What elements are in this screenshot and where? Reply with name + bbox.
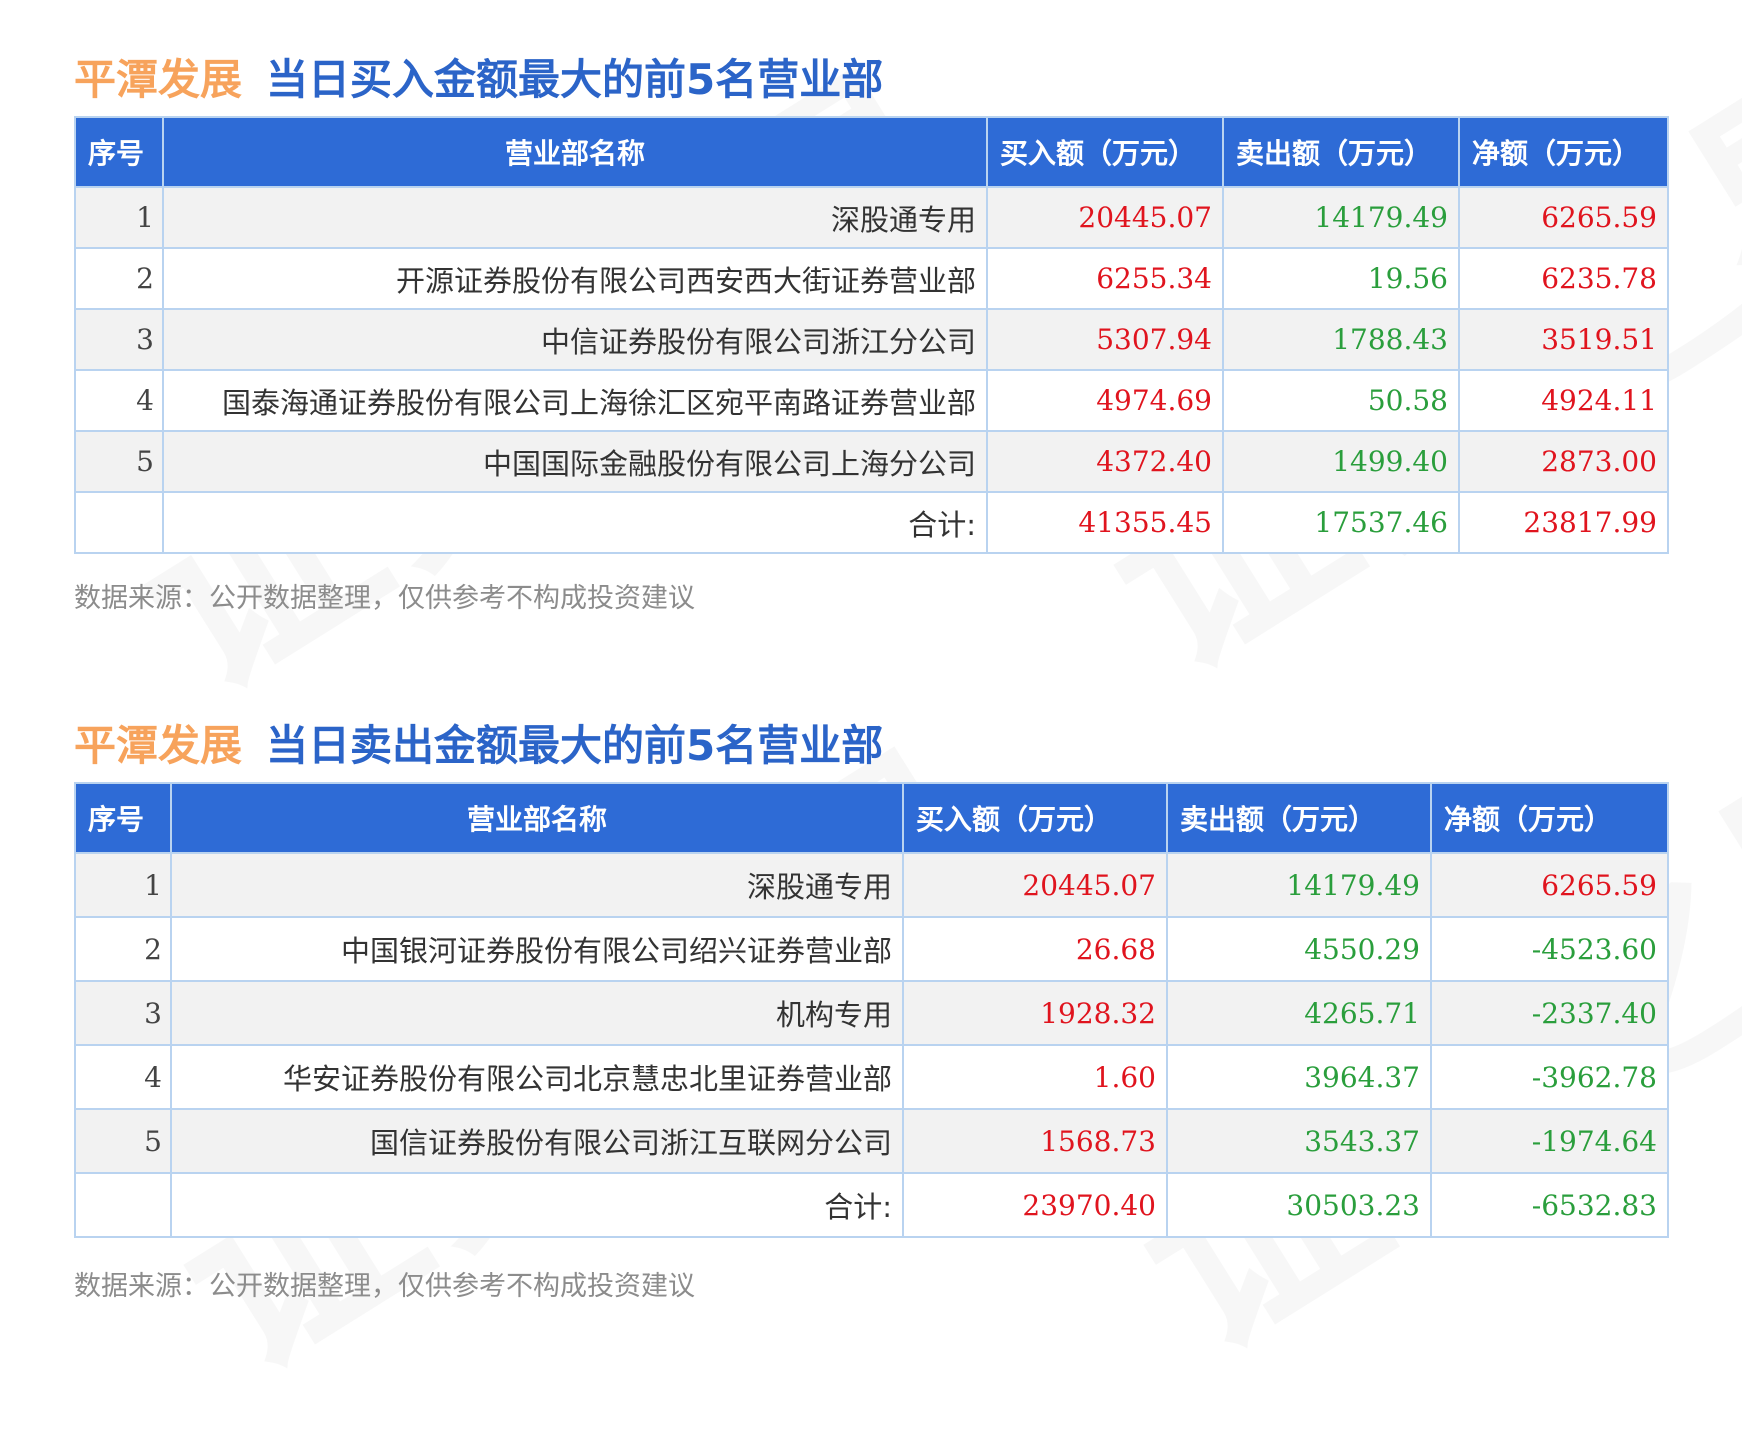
sell-section: 平潭发展 当日卖出金额最大的前5名营业部 序号 营业部名称 买入额（万元） 卖出… [74,702,1669,1303]
buy-amount: 4974.69 [986,369,1224,432]
buy-amount: 1568.73 [902,1108,1168,1174]
buy-amount: 1928.32 [902,980,1168,1046]
page: 证券之星 证券之星 证券之星 证券之星 平潭发展 当日买入金额最大的前5名营业部… [0,0,1742,1421]
total-label: 合计: [170,1172,904,1238]
table-total-row: 合计: 23970.40 30503.23 -6532.83 [74,1172,1669,1238]
branch-name: 机构专用 [170,980,904,1046]
table-header-row: 序号 营业部名称 买入额（万元） 卖出额（万元） 净额（万元） [74,116,1669,188]
total-net: -6532.83 [1430,1172,1669,1238]
sell-amount: 19.56 [1222,247,1460,310]
row-index: 1 [74,852,172,918]
net-amount: 6265.59 [1430,852,1669,918]
header-sell-amount: 卖出额（万元） [1222,116,1460,188]
row-index: 4 [74,1044,172,1110]
header-index: 序号 [74,116,164,188]
header-index: 序号 [74,782,172,854]
table-header-row: 序号 营业部名称 买入额（万元） 卖出额（万元） 净额（万元） [74,782,1669,854]
sell-amount: 1499.40 [1222,430,1460,493]
sell-amount: 4265.71 [1166,980,1432,1046]
total-buy: 23970.40 [902,1172,1168,1238]
table-row: 1 深股通专用 20445.07 14179.49 6265.59 [74,186,1669,249]
table-row: 4 华安证券股份有限公司北京慧忠北里证券营业部 1.60 3964.37 -39… [74,1044,1669,1110]
buy-amount: 1.60 [902,1044,1168,1110]
section-title: 当日卖出金额最大的前5名营业部 [266,720,884,770]
total-net: 23817.99 [1458,491,1669,554]
row-index: 2 [74,247,164,310]
table-row: 5 中国国际金融股份有限公司上海分公司 4372.40 1499.40 2873… [74,430,1669,493]
table-row: 5 国信证券股份有限公司浙江互联网分公司 1568.73 3543.37 -19… [74,1108,1669,1174]
table-row: 3 机构专用 1928.32 4265.71 -2337.40 [74,980,1669,1046]
sell-amount: 1788.43 [1222,308,1460,371]
sell-amount: 3543.37 [1166,1108,1432,1174]
net-amount: 6235.78 [1458,247,1669,310]
header-sell-amount: 卖出额（万元） [1166,782,1432,854]
row-index: 5 [74,1108,172,1174]
buy-amount: 26.68 [902,916,1168,982]
header-buy-amount: 买入额（万元） [902,782,1168,854]
header-net-amount: 净额（万元） [1430,782,1669,854]
branch-name: 中国银河证券股份有限公司绍兴证券营业部 [170,916,904,982]
branch-name: 深股通专用 [170,852,904,918]
net-amount: 4924.11 [1458,369,1669,432]
table-row: 2 开源证券股份有限公司西安西大街证券营业部 6255.34 19.56 623… [74,247,1669,310]
buy-amount: 20445.07 [986,186,1224,249]
buy-table: 序号 营业部名称 买入额（万元） 卖出额（万元） 净额（万元） 1 深股通专用 … [74,116,1669,554]
branch-name: 华安证券股份有限公司北京慧忠北里证券营业部 [170,1044,904,1110]
row-index: 1 [74,186,164,249]
sell-amount: 14179.49 [1166,852,1432,918]
section-heading: 平潭发展 当日卖出金额最大的前5名营业部 [74,702,1667,782]
row-index-empty [74,1172,172,1238]
net-amount: 3519.51 [1458,308,1669,371]
header-net-amount: 净额（万元） [1458,116,1669,188]
header-buy-amount: 买入额（万元） [986,116,1224,188]
table-total-row: 合计: 41355.45 17537.46 23817.99 [74,491,1669,554]
net-amount: 6265.59 [1458,186,1669,249]
total-buy: 41355.45 [986,491,1224,554]
header-branch-name: 营业部名称 [170,782,904,854]
net-amount: -1974.64 [1430,1108,1669,1174]
buy-section: 平潭发展 当日买入金额最大的前5名营业部 序号 营业部名称 买入额（万元） 卖出… [74,36,1669,615]
row-index: 3 [74,980,172,1046]
sell-table: 序号 营业部名称 买入额（万元） 卖出额（万元） 净额（万元） 1 深股通专用 … [74,782,1669,1238]
net-amount: -3962.78 [1430,1044,1669,1110]
sell-amount: 14179.49 [1222,186,1460,249]
section-heading: 平潭发展 当日买入金额最大的前5名营业部 [74,36,1667,116]
data-source-note: 数据来源：公开数据整理，仅供参考不构成投资建议 [74,1271,695,1302]
total-sell: 30503.23 [1166,1172,1432,1238]
buy-amount: 20445.07 [902,852,1168,918]
stock-name: 平潭发展 [74,720,243,770]
table-row: 4 国泰海通证券股份有限公司上海徐汇区宛平南路证券营业部 4974.69 50.… [74,369,1669,432]
section-title: 当日买入金额最大的前5名营业部 [266,54,884,104]
header-branch-name: 营业部名称 [162,116,988,188]
branch-name: 开源证券股份有限公司西安西大街证券营业部 [162,247,988,310]
table-row: 1 深股通专用 20445.07 14179.49 6265.59 [74,852,1669,918]
total-sell: 17537.46 [1222,491,1460,554]
branch-name: 国泰海通证券股份有限公司上海徐汇区宛平南路证券营业部 [162,369,988,432]
row-index: 4 [74,369,164,432]
branch-name: 中信证券股份有限公司浙江分公司 [162,308,988,371]
net-amount: -4523.60 [1430,916,1669,982]
row-index: 3 [74,308,164,371]
row-index: 5 [74,430,164,493]
sell-amount: 3964.37 [1166,1044,1432,1110]
buy-amount: 4372.40 [986,430,1224,493]
sell-amount: 50.58 [1222,369,1460,432]
net-amount: 2873.00 [1458,430,1669,493]
net-amount: -2337.40 [1430,980,1669,1046]
branch-name: 中国国际金融股份有限公司上海分公司 [162,430,988,493]
table-row: 3 中信证券股份有限公司浙江分公司 5307.94 1788.43 3519.5… [74,308,1669,371]
buy-amount: 6255.34 [986,247,1224,310]
total-label: 合计: [162,491,988,554]
stock-name: 平潭发展 [74,54,243,104]
buy-amount: 5307.94 [986,308,1224,371]
sell-amount: 4550.29 [1166,916,1432,982]
table-row: 2 中国银河证券股份有限公司绍兴证券营业部 26.68 4550.29 -452… [74,916,1669,982]
data-source-note: 数据来源：公开数据整理，仅供参考不构成投资建议 [74,583,695,614]
branch-name: 国信证券股份有限公司浙江互联网分公司 [170,1108,904,1174]
row-index: 2 [74,916,172,982]
row-index-empty [74,491,164,554]
branch-name: 深股通专用 [162,186,988,249]
